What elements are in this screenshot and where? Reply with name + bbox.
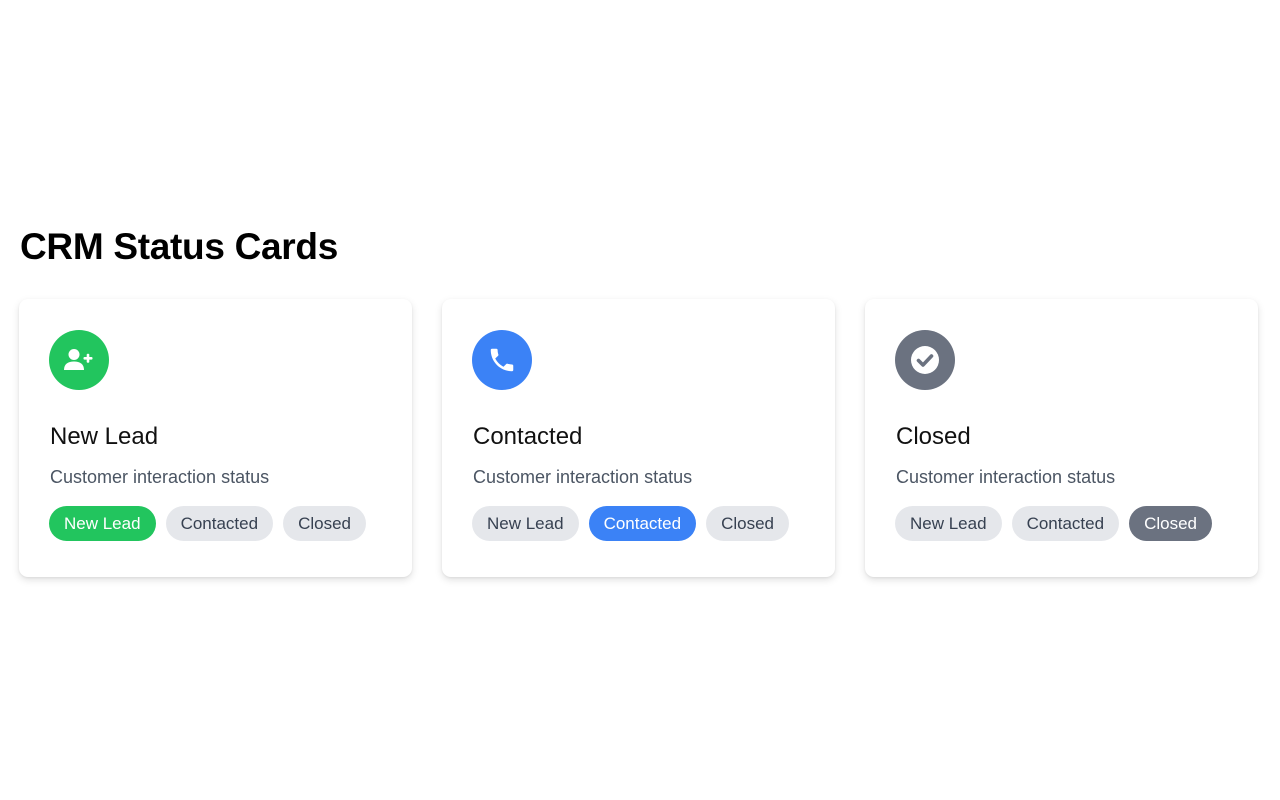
pill-closed[interactable]: Closed [283, 506, 366, 541]
card-title: Contacted [473, 423, 583, 450]
status-cards: New Lead Customer interaction status New… [19, 299, 1258, 577]
pill-contacted[interactable]: Contacted [588, 506, 697, 541]
status-card-new-lead: New Lead Customer interaction status New… [19, 299, 412, 577]
status-card-contacted: Contacted Customer interaction status Ne… [442, 299, 835, 577]
status-pills: New Lead Contacted Closed [472, 506, 805, 541]
pill-new-lead[interactable]: New Lead [895, 506, 1002, 541]
card-description: Customer interaction status [473, 467, 693, 487]
user-plus-icon [49, 330, 109, 390]
card-description: Customer interaction status [896, 467, 1116, 487]
pill-closed[interactable]: Closed [1129, 506, 1212, 541]
card-title: New Lead [50, 423, 159, 450]
phone-icon [472, 330, 532, 390]
page-title: CRM Status Cards [20, 226, 338, 267]
card-title: Closed [896, 423, 971, 450]
pill-contacted[interactable]: Contacted [1011, 506, 1120, 541]
page: CRM Status Cards New Lead Customer inter… [0, 0, 1280, 800]
pill-contacted[interactable]: Contacted [165, 506, 274, 541]
pill-new-lead[interactable]: New Lead [49, 506, 156, 541]
pill-new-lead[interactable]: New Lead [472, 506, 579, 541]
pill-closed[interactable]: Closed [706, 506, 789, 541]
check-circle-icon [895, 330, 955, 390]
card-description: Customer interaction status [50, 467, 270, 487]
status-card-closed: Closed Customer interaction status New L… [865, 299, 1258, 577]
status-pills: New Lead Contacted Closed [49, 506, 382, 541]
status-pills: New Lead Contacted Closed [895, 506, 1228, 541]
